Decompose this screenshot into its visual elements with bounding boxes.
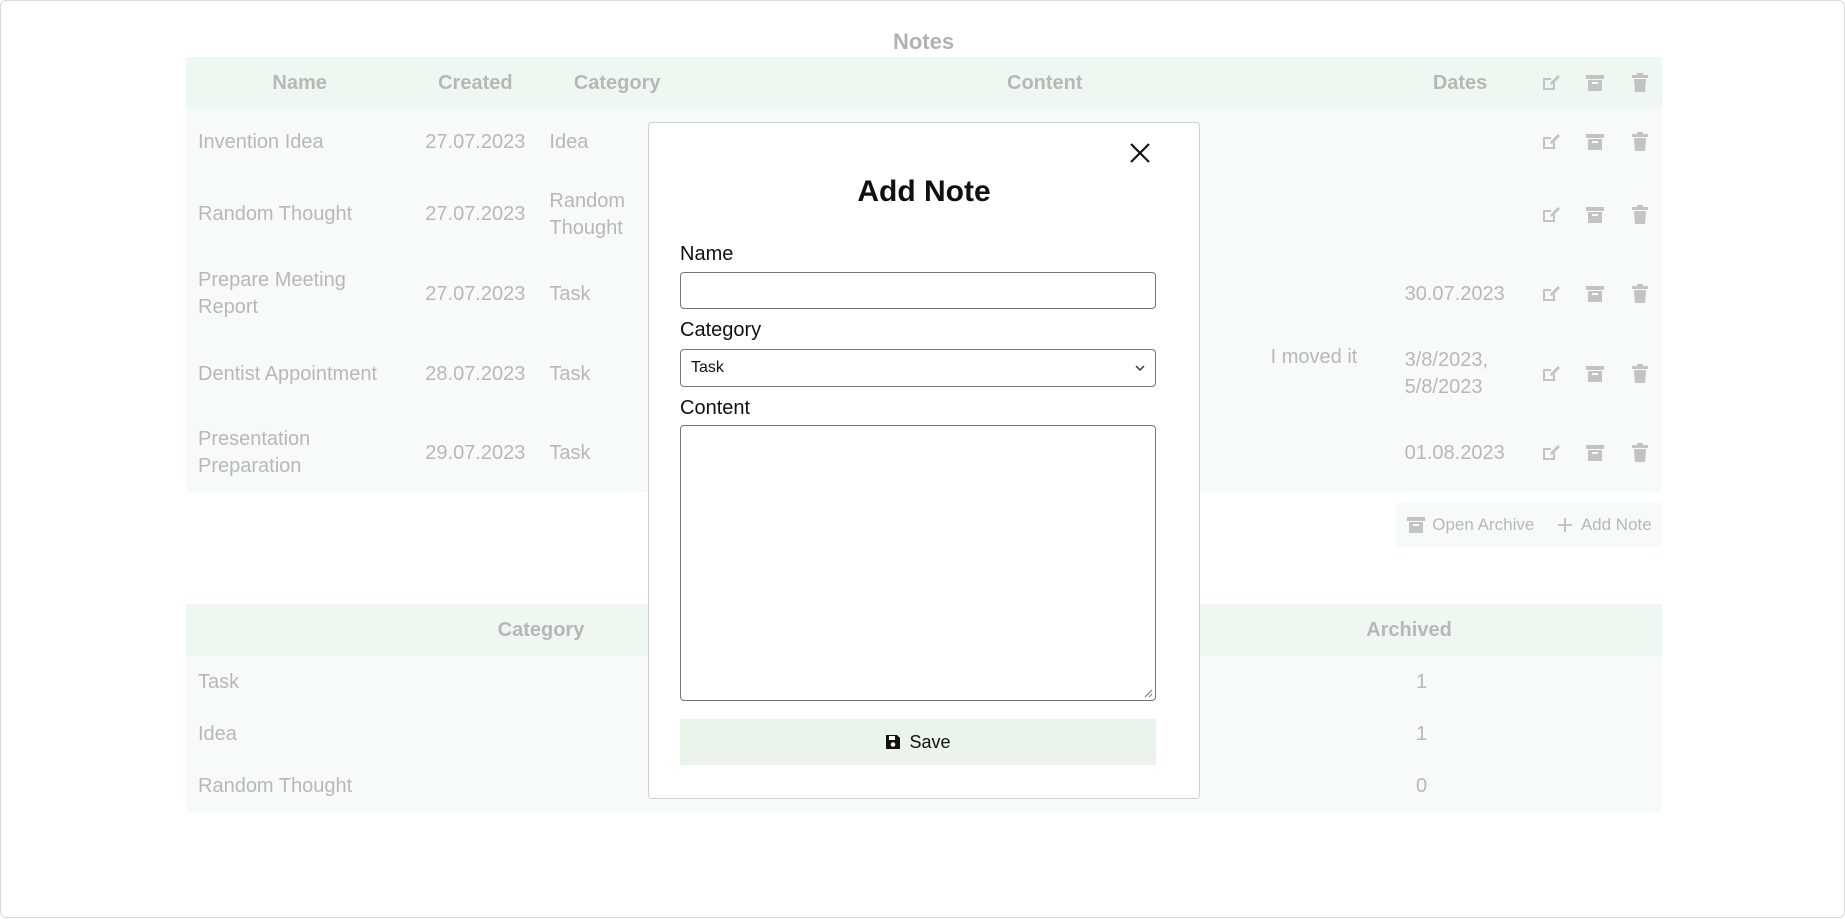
archive-icon[interactable] xyxy=(1572,254,1617,334)
note-name: Random Thought xyxy=(198,203,353,225)
note-dates: 3/8/2023, 5/8/2023 xyxy=(1404,349,1489,398)
edit-icon[interactable] xyxy=(1528,334,1573,414)
header-category: Category xyxy=(573,71,661,94)
header-dates: Dates xyxy=(1432,71,1488,94)
add-note-modal: Add Note Name Category Task Content Save xyxy=(648,122,1200,799)
note-created: 27.07.2023 xyxy=(425,130,526,153)
header-name: Name xyxy=(272,71,327,94)
edit-icon[interactable] xyxy=(1528,414,1573,492)
category-select[interactable]: Task xyxy=(680,349,1156,387)
edit-icon[interactable] xyxy=(1528,109,1573,175)
content-label: Content xyxy=(680,397,751,419)
save-label: Save xyxy=(909,731,951,752)
archive-icon[interactable] xyxy=(1572,414,1617,492)
category-select-value: Task xyxy=(691,359,724,376)
archive-icon[interactable] xyxy=(1572,334,1617,414)
notes-table-header: Name Created Category Content Dates xyxy=(186,57,1662,109)
app-frame: Notes Name Created Category Content Date… xyxy=(0,0,1845,918)
note-name: Prepare Meeting Report xyxy=(198,269,346,318)
delete-icon[interactable] xyxy=(1617,254,1662,334)
name-label: Name xyxy=(680,243,734,265)
delete-icon[interactable] xyxy=(1617,334,1662,414)
header-delete-icon[interactable] xyxy=(1617,57,1662,109)
content-textarea[interactable] xyxy=(680,425,1156,701)
name-input[interactable] xyxy=(680,272,1156,309)
note-name: Invention Idea xyxy=(198,130,324,153)
header-created: Created xyxy=(438,71,513,94)
note-created: 29.07.2023 xyxy=(425,441,526,464)
plus-icon xyxy=(1557,518,1572,532)
delete-icon[interactable] xyxy=(1617,109,1662,175)
chevron-down-icon xyxy=(1135,365,1145,372)
header-edit-icon[interactable] xyxy=(1528,57,1573,109)
open-archive-label: Open Archive xyxy=(1432,515,1535,534)
close-icon xyxy=(1130,143,1150,163)
edit-icon[interactable] xyxy=(1528,175,1573,254)
note-dates xyxy=(1393,175,1528,254)
delete-icon[interactable] xyxy=(1617,414,1662,492)
modal-title: Add Note xyxy=(857,175,991,208)
note-dates: 01.08.2023 xyxy=(1404,441,1505,464)
note-created: 27.07.2023 xyxy=(425,203,526,225)
edit-icon[interactable] xyxy=(1528,254,1573,334)
table-actions: Open Archive Add Note xyxy=(1396,503,1662,547)
save-button[interactable]: Save xyxy=(680,719,1156,765)
archive-icon xyxy=(1407,517,1426,533)
note-name: Presentation Preparation xyxy=(198,428,311,477)
note-name: Dentist Appointment xyxy=(198,362,377,385)
add-note-button[interactable]: Add Note xyxy=(1555,515,1652,535)
resize-handle-icon[interactable] xyxy=(1143,688,1153,698)
close-button[interactable] xyxy=(1124,137,1156,169)
header-archive-icon[interactable] xyxy=(1572,57,1617,109)
open-archive-button[interactable]: Open Archive xyxy=(1406,515,1534,535)
floppy-disk-icon xyxy=(886,735,901,749)
note-created: 28.07.2023 xyxy=(425,362,526,385)
note-dates xyxy=(1393,109,1528,175)
note-dates: 30.07.2023 xyxy=(1404,282,1505,305)
page-title: Notes xyxy=(892,29,955,54)
archive-icon[interactable] xyxy=(1572,175,1617,254)
add-note-label: Add Note xyxy=(1580,515,1652,534)
header-content: Content xyxy=(1007,71,1083,94)
delete-icon[interactable] xyxy=(1617,175,1662,254)
archive-icon[interactable] xyxy=(1572,109,1617,175)
category-label: Category xyxy=(680,319,762,341)
note-content-text: I moved it xyxy=(1270,346,1358,368)
note-created: 27.07.2023 xyxy=(425,282,526,305)
